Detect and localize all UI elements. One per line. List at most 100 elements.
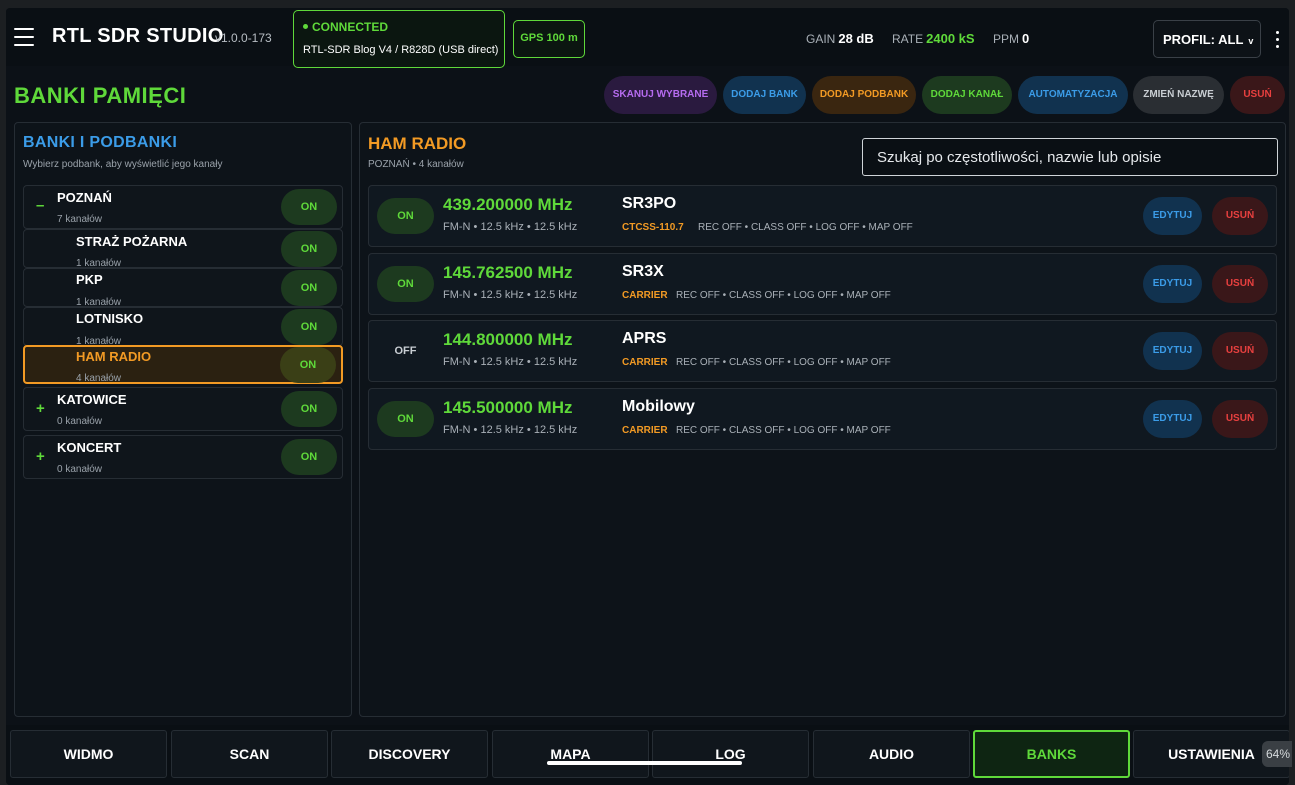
bank-toggle[interactable]: ON (281, 439, 337, 475)
rate-readout: RATE 2400 kS (892, 31, 975, 46)
banks-panel-title: BANKI I PODBANKI (23, 134, 178, 151)
channel-name: SR3PO (622, 195, 677, 212)
delete-channel-button[interactable]: USUŃ (1212, 197, 1268, 235)
gps-button[interactable]: GPS 100 m (513, 20, 585, 58)
connection-status: CONNECTED (303, 20, 388, 34)
subbank-name: STRAŻ POŻARNA (76, 234, 188, 249)
tab-mapa[interactable]: MAPA (492, 730, 649, 778)
add-bank-button[interactable]: DODAJ BANK (723, 76, 806, 114)
connection-status-box[interactable]: CONNECTED RTL-SDR Blog V4 / R828D (USB d… (293, 10, 505, 68)
delete-channel-button[interactable]: USUŃ (1212, 265, 1268, 303)
channel-frequency: 145.762500 MHz (443, 263, 573, 282)
bank-name: KONCERT (57, 440, 122, 455)
subbank-toggle[interactable]: ON (280, 347, 336, 383)
expand-icon[interactable]: + (36, 400, 45, 417)
add-subbank-button[interactable]: DODAJ PODBANK (812, 76, 916, 114)
bank-count: 0 kanałów (57, 464, 103, 475)
collapse-icon[interactable]: – (36, 197, 44, 214)
channel-frequency: 145.500000 MHz (443, 398, 573, 417)
channel-toggle[interactable]: OFF (377, 333, 434, 369)
bottom-nav: WIDMO SCAN DISCOVERY MAPA LOG AUDIO BANK… (6, 725, 1289, 785)
channel-row[interactable]: OFF 144.800000 MHz FM-N • 12.5 kHz • 12.… (368, 320, 1277, 382)
ppm-readout: PPM 0 (993, 31, 1030, 46)
channel-row[interactable]: ON 145.762500 MHz FM-N • 12.5 kHz • 12.5… (368, 253, 1277, 315)
channel-mode: FM-N • 12.5 kHz • 12.5 kHz (443, 424, 578, 436)
channel-tone: CARRIER (622, 357, 668, 368)
search-input[interactable] (862, 138, 1278, 176)
subbank-toggle[interactable]: ON (281, 270, 337, 306)
channel-mode: FM-N • 12.5 kHz • 12.5 kHz (443, 356, 578, 368)
bank-item-katowice[interactable]: + KATOWICE 0 kanałów ON (23, 387, 343, 431)
add-channel-button[interactable]: DODAJ KANAŁ (922, 76, 1012, 114)
bank-name: POZNAŃ (57, 190, 112, 205)
channel-tone: CARRIER (622, 290, 668, 301)
banks-panel: BANKI I PODBANKI Wybierz podbank, aby wy… (14, 122, 352, 717)
channel-frequency: 439.200000 MHz (443, 195, 573, 214)
bank-toggle[interactable]: ON (281, 189, 337, 225)
page-title: BANKI PAMIĘCI (14, 83, 187, 108)
channel-name: Mobilowy (622, 398, 695, 415)
app-version: v1.0.0-173 (215, 31, 272, 45)
channels-panel: HAM RADIO POZNAŃ • 4 kanałów ON 439.2000… (359, 122, 1286, 717)
delete-channel-button[interactable]: USUŃ (1212, 400, 1268, 438)
tab-scan[interactable]: SCAN (171, 730, 328, 778)
status-dot-icon (303, 24, 308, 30)
automation-button[interactable]: AUTOMATYZACJA (1018, 76, 1128, 114)
rename-button[interactable]: ZMIEŃ NAZWĘ (1133, 76, 1224, 114)
channel-name: APRS (622, 330, 667, 347)
edit-channel-button[interactable]: EDYTUJ (1143, 197, 1202, 235)
tab-log[interactable]: LOG (652, 730, 809, 778)
tab-banks[interactable]: BANKS (973, 730, 1130, 778)
bank-count: 7 kanałów (57, 214, 103, 225)
channels-panel-title: HAM RADIO (368, 134, 467, 153)
subbank-item-lotnisko[interactable]: LOTNISKO 1 kanałów ON (23, 307, 343, 347)
subbank-toggle[interactable]: ON (281, 231, 337, 267)
app-window: RTL SDR STUDIO v1.0.0-173 CONNECTED RTL-… (6, 8, 1289, 785)
bank-item-koncert[interactable]: + KONCERT 0 kanałów ON (23, 435, 343, 479)
channel-flags: REC OFF • CLASS OFF • LOG OFF • MAP OFF (676, 425, 891, 436)
expand-icon[interactable]: + (36, 448, 45, 465)
subbank-toggle[interactable]: ON (281, 309, 337, 345)
profile-dropdown[interactable]: PROFIL: ALL v (1153, 20, 1261, 58)
edit-channel-button[interactable]: EDYTUJ (1143, 332, 1202, 370)
subbank-name: PKP (76, 272, 103, 287)
channel-tone: CTCSS-110.7 (622, 222, 684, 233)
channels-panel-subtitle: POZNAŃ • 4 kanałów (368, 159, 464, 170)
scan-selected-button[interactable]: SKANUJ WYBRANE (604, 76, 717, 114)
tab-audio[interactable]: AUDIO (813, 730, 970, 778)
channel-flags: REC OFF • CLASS OFF • LOG OFF • MAP OFF (676, 290, 891, 301)
zoom-badge[interactable]: 64% (1262, 741, 1292, 767)
channel-toggle[interactable]: ON (377, 198, 434, 234)
channel-flags: REC OFF • CLASS OFF • LOG OFF • MAP OFF (698, 222, 913, 233)
channel-row[interactable]: ON 439.200000 MHz FM-N • 12.5 kHz • 12.5… (368, 185, 1277, 247)
subbank-name: HAM RADIO (76, 349, 152, 364)
delete-channel-button[interactable]: USUŃ (1212, 332, 1268, 370)
hamburger-icon[interactable] (14, 28, 34, 46)
bank-item-poznan[interactable]: – POZNAŃ 7 kanałów ON (23, 185, 343, 229)
channel-flags: REC OFF • CLASS OFF • LOG OFF • MAP OFF (676, 357, 891, 368)
channel-tone: CARRIER (622, 425, 668, 436)
subbank-count: 4 kanałów (76, 373, 122, 384)
gain-readout: GAIN 28 dB (806, 31, 874, 46)
channel-toggle[interactable]: ON (377, 401, 434, 437)
channel-row[interactable]: ON 145.500000 MHz FM-N • 12.5 kHz • 12.5… (368, 388, 1277, 450)
channel-frequency: 144.800000 MHz (443, 330, 573, 349)
bank-toggle[interactable]: ON (281, 391, 337, 427)
kebab-icon[interactable] (1274, 31, 1280, 51)
tab-discovery[interactable]: DISCOVERY (331, 730, 488, 778)
channel-toggle[interactable]: ON (377, 266, 434, 302)
subbank-item-ham-radio[interactable]: HAM RADIO 4 kanałów ON (23, 345, 343, 384)
edit-channel-button[interactable]: EDYTUJ (1143, 400, 1202, 438)
delete-button[interactable]: USUŃ (1230, 76, 1285, 114)
app-title: RTL SDR STUDIO (52, 25, 224, 47)
top-bar: RTL SDR STUDIO v1.0.0-173 CONNECTED RTL-… (6, 8, 1289, 68)
home-indicator[interactable] (547, 761, 742, 765)
subbank-item-straz-pozarna[interactable]: STRAŻ POŻARNA 1 kanałów ON (23, 229, 343, 269)
channel-name: SR3X (622, 263, 664, 280)
bank-count: 0 kanałów (57, 416, 103, 427)
edit-channel-button[interactable]: EDYTUJ (1143, 265, 1202, 303)
tab-widmo[interactable]: WIDMO (10, 730, 167, 778)
channel-mode: FM-N • 12.5 kHz • 12.5 kHz (443, 221, 578, 233)
subbank-item-pkp[interactable]: PKP 1 kanałów ON (23, 268, 343, 308)
subbank-name: LOTNISKO (76, 311, 144, 326)
